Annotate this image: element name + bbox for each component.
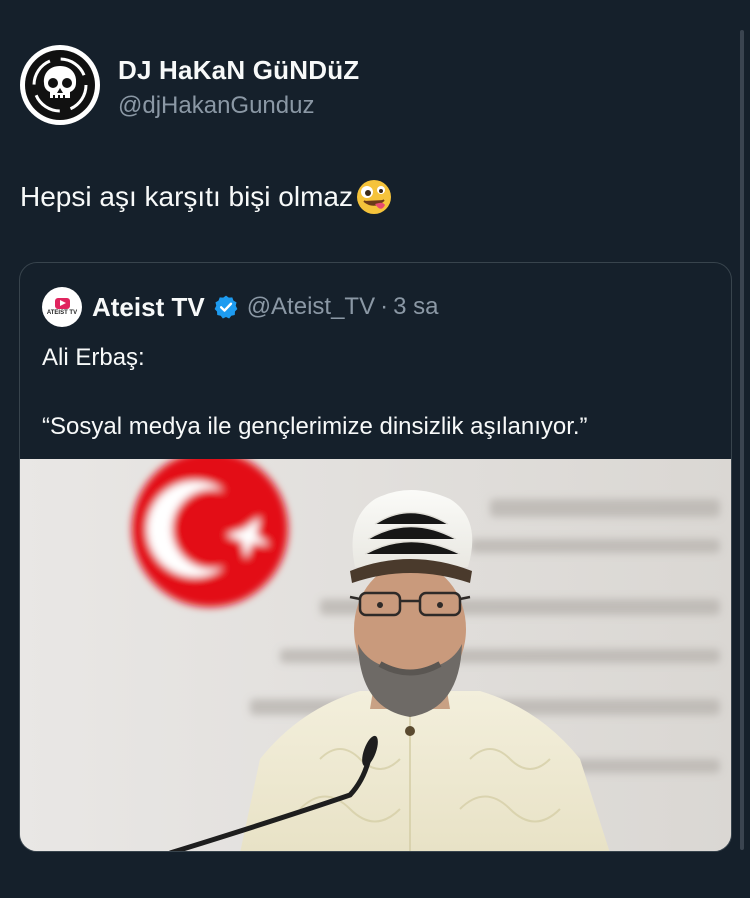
author-row[interactable]: DJ HaKaN GüNDüZ @djHakanGunduz [20,45,359,125]
post: DJ HaKaN GüNDüZ @djHakanGunduz Hepsi aşı… [0,0,750,898]
author-avatar[interactable] [20,45,100,125]
author-handle[interactable]: @djHakanGunduz [118,92,359,120]
post-text-content: Hepsi aşı karşıtı bişi olmaz [20,181,353,212]
quoted-author-avatar[interactable]: ATEIST TV [42,287,82,327]
quoted-text-line-1: Ali Erbaş: [42,344,145,371]
quoted-post-header: ATEIST TV Ateist TV @Ateist_TV · 3 sa [42,287,438,327]
author-display-name[interactable]: DJ HaKaN GüNDüZ [118,55,359,86]
man-in-white-turban-at-podium-photo[interactable] [20,459,731,851]
post-text: Hepsi aşı karşıtı bişi olmaz [20,178,393,216]
verified-badge-icon [214,295,238,319]
quoted-post-card[interactable]: ATEIST TV Ateist TV @Ateist_TV · 3 sa Al… [19,262,732,852]
quoted-author-handle[interactable]: @Ateist_TV [247,293,375,321]
zany-face-emoji-icon [355,178,393,216]
quoted-post-time[interactable]: 3 sa [393,293,438,321]
tv-play-icon [54,297,70,309]
skull-avatar-icon [25,50,95,120]
quoted-author-name[interactable]: Ateist TV [92,292,205,323]
separator-dot: · [380,293,389,320]
quoted-text-line-2: “Sosyal medya ile gençlerimize dinsizlik… [42,413,588,440]
quoted-avatar-label: ATEIST TV [46,309,78,316]
